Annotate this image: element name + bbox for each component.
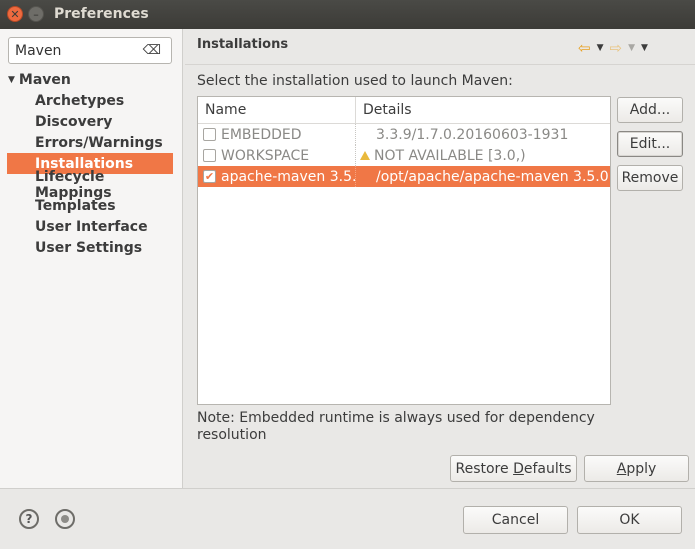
column-header-name[interactable]: Name <box>198 97 356 123</box>
add-button[interactable]: Add... <box>617 97 683 123</box>
tree-expanded-icon[interactable]: ▼ <box>8 75 15 85</box>
ok-button[interactable]: OK <box>577 506 682 534</box>
window-title: Preferences <box>54 6 149 22</box>
table-header: Name Details <box>198 97 610 124</box>
tree-item-discovery[interactable]: Discovery <box>7 111 173 132</box>
tree-item-lifecycle-mappings[interactable]: Lifecycle Mappings <box>7 169 173 201</box>
tree-root-maven[interactable]: ▼ Maven <box>0 69 183 90</box>
installation-name: WORKSPACE <box>221 147 310 164</box>
page-title: Installations <box>197 37 289 52</box>
label-part: Restore <box>455 460 514 477</box>
back-arrow-icon[interactable]: ⇦ <box>578 39 591 57</box>
edit-button[interactable]: Edit... <box>617 131 683 157</box>
preferences-sidebar: Maven ⌫ ▼ Maven Archetypes Discovery Err… <box>0 29 183 488</box>
installation-details: NOT AVAILABLE [3.0,) <box>374 147 526 164</box>
installation-details: 3.3.9/1.7.0.20160603-1931 <box>376 126 569 143</box>
view-menu-icon[interactable]: ▼ <box>641 43 648 53</box>
restore-defaults-label: Restore Defaults <box>455 461 571 477</box>
tree-root-label: Maven <box>18 71 71 88</box>
apply-button[interactable]: Apply <box>584 455 689 482</box>
installation-name: EMBEDDED <box>221 126 302 143</box>
column-header-details[interactable]: Details <box>356 97 610 123</box>
close-icon: ✕ <box>10 7 20 21</box>
installation-checkbox-apache-maven[interactable]: ✔ <box>203 170 216 183</box>
tree-item-user-interface[interactable]: User Interface <box>7 216 173 237</box>
table-row-embedded[interactable]: EMBEDDED 3.3.9/1.7.0.20160603-1931 <box>198 124 610 145</box>
tree-item-user-settings[interactable]: User Settings <box>7 237 173 258</box>
filter-search-value[interactable]: Maven <box>15 43 61 59</box>
cancel-button[interactable]: Cancel <box>463 506 568 534</box>
row-details-cell: /opt/apache/apache-maven 3.5.0 <box>356 166 610 187</box>
restore-defaults-button[interactable]: Restore Defaults <box>450 455 577 482</box>
table-row-apache-maven[interactable]: ✔ apache-maven 3.5.0 /opt/apache/apache-… <box>198 166 610 187</box>
label-mnemonic: D <box>513 460 524 477</box>
label-part: pply <box>626 460 657 477</box>
forward-arrow-icon[interactable]: ⇨ <box>610 39 623 57</box>
title-bar: ✕ – Preferences <box>0 0 695 29</box>
record-dot <box>61 515 69 523</box>
back-history-dropdown-icon[interactable]: ▼ <box>597 43 604 53</box>
instruction-text: Select the installation used to launch M… <box>197 73 513 89</box>
filter-search-input[interactable]: Maven ⌫ <box>8 37 172 64</box>
help-icon[interactable]: ? <box>19 509 39 529</box>
tree-item-archetypes[interactable]: Archetypes <box>7 90 173 111</box>
close-window-button[interactable]: ✕ <box>7 6 23 22</box>
table-row-workspace[interactable]: WORKSPACE NOT AVAILABLE [3.0,) <box>198 145 610 166</box>
warning-icon <box>360 151 370 160</box>
minimize-icon: – <box>33 7 39 21</box>
label-mnemonic: A <box>616 460 627 477</box>
installation-checkbox-embedded[interactable] <box>203 128 216 141</box>
row-name-cell: WORKSPACE <box>198 145 356 166</box>
preferences-tree: ▼ Maven Archetypes Discovery Errors/Warn… <box>0 69 183 258</box>
label-part: efaults <box>523 460 572 477</box>
minimize-window-button[interactable]: – <box>28 6 44 22</box>
record-macro-icon[interactable] <box>55 509 75 529</box>
installations-table: Name Details EMBEDDED 3.3.9/1.7.0.201606… <box>197 96 611 405</box>
tree-item-errors-warnings[interactable]: Errors/Warnings <box>7 132 173 153</box>
header-separator <box>185 64 695 65</box>
apply-label: Apply <box>617 461 657 477</box>
installation-name: apache-maven 3.5.0 <box>221 168 356 185</box>
clear-search-icon[interactable]: ⌫ <box>143 43 161 58</box>
remove-button[interactable]: Remove <box>617 165 683 191</box>
row-details-cell: 3.3.9/1.7.0.20160603-1931 <box>356 124 610 145</box>
navigation-toolbar: ⇦ ▼ ⇨ ▼ ▼ <box>578 39 648 57</box>
row-name-cell: ✔ apache-maven 3.5.0 <box>198 166 356 187</box>
installation-checkbox-workspace[interactable] <box>203 149 216 162</box>
installation-details: /opt/apache/apache-maven 3.5.0 <box>376 168 609 185</box>
row-details-cell: NOT AVAILABLE [3.0,) <box>356 145 610 166</box>
forward-history-dropdown-icon[interactable]: ▼ <box>628 43 635 53</box>
row-name-cell: EMBEDDED <box>198 124 356 145</box>
dialog-button-bar: ? Cancel OK <box>0 489 695 549</box>
embedded-runtime-note: Note: Embedded runtime is always used fo… <box>197 410 595 443</box>
